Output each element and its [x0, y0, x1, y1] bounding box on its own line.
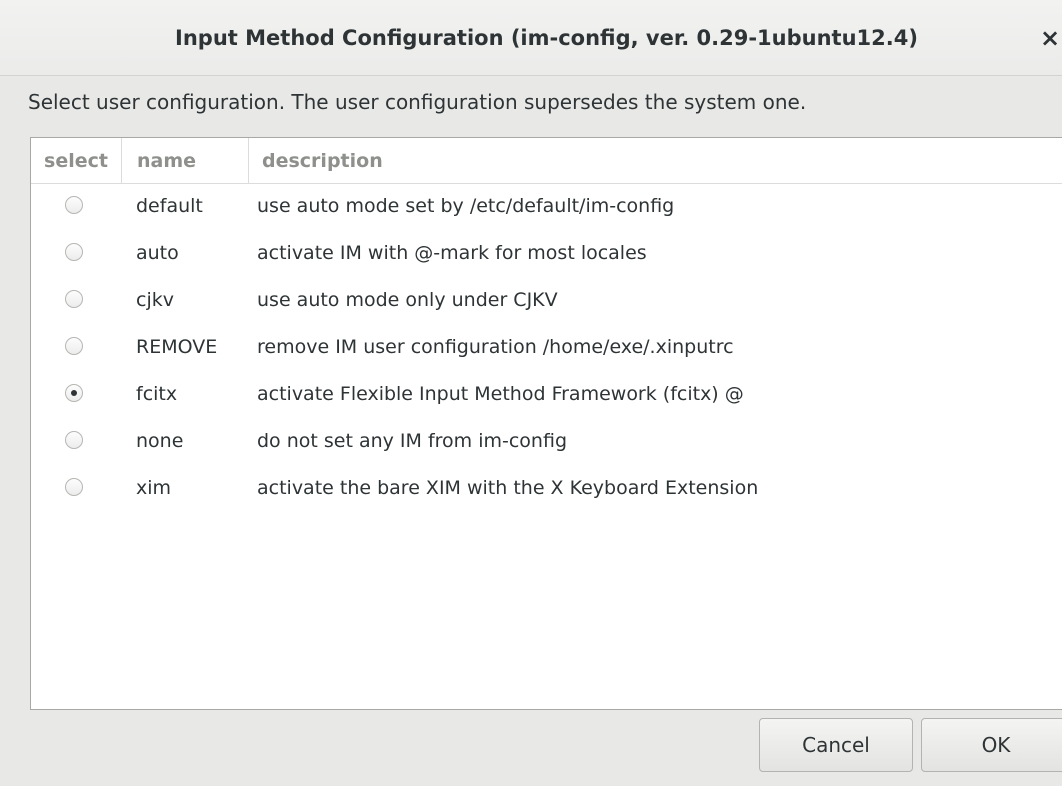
- close-icon[interactable]: ×: [1040, 0, 1062, 76]
- config-name: none: [136, 430, 184, 452]
- radio-button[interactable]: [65, 243, 83, 261]
- config-name: xim: [136, 477, 172, 499]
- config-description: remove IM user configuration /home/exe/.…: [257, 336, 734, 358]
- table-body: default use auto mode set by /etc/defaul…: [31, 184, 1062, 513]
- radio-button[interactable]: [65, 478, 83, 496]
- table-row[interactable]: xim activate the bare XIM with the X Key…: [31, 466, 1062, 513]
- config-description: use auto mode set by /etc/default/im-con…: [257, 195, 675, 217]
- table-header: select name description: [31, 138, 1062, 184]
- window-title: Input Method Configuration (im-config, v…: [175, 26, 918, 50]
- radio-dot: [71, 390, 77, 396]
- config-description: activate IM with @-mark for most locales: [257, 242, 647, 264]
- config-name: cjkv: [136, 289, 174, 311]
- config-description: activate Flexible Input Method Framework…: [257, 383, 744, 405]
- column-header-name[interactable]: name: [122, 138, 249, 184]
- config-description: activate the bare XIM with the X Keyboar…: [257, 477, 759, 499]
- table-row[interactable]: REMOVE remove IM user configuration /hom…: [31, 325, 1062, 372]
- config-name: auto: [136, 242, 179, 264]
- cancel-button[interactable]: Cancel: [759, 718, 913, 772]
- config-name: REMOVE: [136, 336, 218, 358]
- table-row[interactable]: default use auto mode set by /etc/defaul…: [31, 184, 1062, 231]
- table-row[interactable]: cjkv use auto mode only under CJKV: [31, 278, 1062, 325]
- config-name: fcitx: [136, 383, 178, 405]
- instruction-text: Select user configuration. The user conf…: [28, 90, 807, 114]
- column-header-select[interactable]: select: [31, 138, 122, 184]
- config-description: use auto mode only under CJKV: [257, 289, 558, 311]
- table-row[interactable]: auto activate IM with @-mark for most lo…: [31, 231, 1062, 278]
- table-row[interactable]: fcitx activate Flexible Input Method Fra…: [31, 372, 1062, 419]
- radio-button[interactable]: [65, 384, 83, 402]
- radio-button[interactable]: [65, 290, 83, 308]
- config-name: default: [136, 195, 203, 217]
- column-header-description[interactable]: description: [249, 138, 1062, 184]
- radio-button[interactable]: [65, 196, 83, 214]
- title-bar: Input Method Configuration (im-config, v…: [0, 0, 1062, 76]
- radio-button[interactable]: [65, 337, 83, 355]
- config-description: do not set any IM from im-config: [257, 430, 568, 452]
- config-table: select name description default use auto…: [30, 137, 1062, 710]
- radio-button[interactable]: [65, 431, 83, 449]
- ok-button[interactable]: OK: [921, 718, 1062, 772]
- table-row[interactable]: none do not set any IM from im-config: [31, 419, 1062, 466]
